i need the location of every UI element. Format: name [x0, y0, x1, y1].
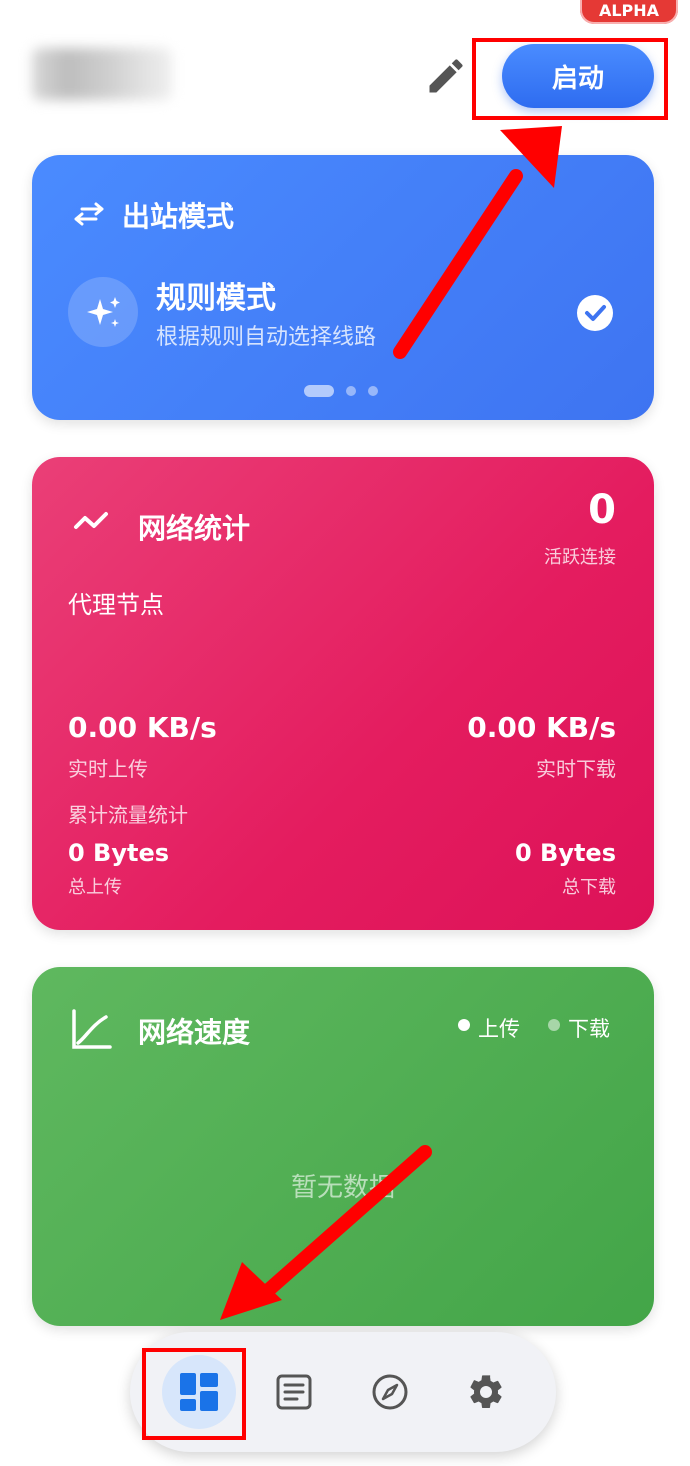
annotation-arrows — [220, 126, 562, 1320]
